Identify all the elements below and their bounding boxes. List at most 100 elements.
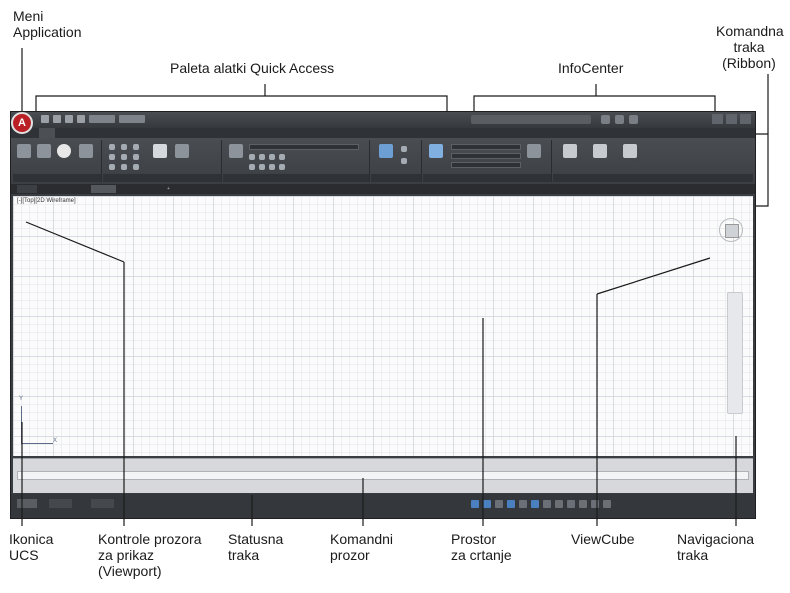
- exchange-icon[interactable]: [615, 115, 624, 124]
- command-input[interactable]: [17, 471, 749, 480]
- file-tab-drawing[interactable]: [91, 185, 116, 193]
- layer-tool-icon[interactable]: [279, 154, 285, 160]
- arc-icon[interactable]: [79, 144, 93, 158]
- layer-tool-icon[interactable]: [249, 154, 255, 160]
- annotation-icon[interactable]: [567, 500, 575, 508]
- callout-text: Komandna: [716, 23, 784, 39]
- workspace-icon[interactable]: [579, 500, 587, 508]
- insert-block-icon[interactable]: [379, 144, 393, 158]
- tab-model[interactable]: [17, 499, 37, 508]
- maximize-icon[interactable]: [726, 114, 737, 124]
- viewcube-face[interactable]: [725, 224, 739, 238]
- callout-text: (Ribbon): [722, 55, 776, 71]
- otrack-icon[interactable]: [531, 500, 539, 508]
- block-tool-icon[interactable]: [401, 158, 407, 164]
- grid-icon[interactable]: [471, 500, 479, 508]
- viewcube-icon[interactable]: [719, 204, 743, 264]
- fullscreen-icon[interactable]: [603, 500, 611, 508]
- mirror-icon[interactable]: [121, 154, 127, 160]
- layer-tool-icon[interactable]: [279, 164, 285, 170]
- color-dropdown[interactable]: [451, 144, 521, 150]
- match-properties-icon[interactable]: [429, 144, 443, 158]
- utilities-icon[interactable]: [563, 144, 577, 158]
- layer-tool-icon[interactable]: [259, 164, 265, 170]
- callout-drawing-area: Prostor za crtanje: [451, 531, 512, 563]
- trim-icon[interactable]: [133, 144, 139, 150]
- undo-icon[interactable]: [89, 115, 115, 123]
- user-icon[interactable]: [601, 115, 610, 124]
- group-icon[interactable]: [527, 144, 541, 158]
- ucs-icon: Y X: [19, 396, 59, 446]
- ribbon-tab[interactable]: [67, 128, 73, 138]
- application-menu-icon[interactable]: A: [11, 112, 33, 134]
- new-icon[interactable]: [41, 115, 49, 123]
- save-icon[interactable]: [65, 115, 73, 123]
- layer-tool-icon[interactable]: [269, 164, 275, 170]
- layer-icon[interactable]: [229, 144, 243, 158]
- copy-icon[interactable]: [109, 154, 115, 160]
- transparency-icon[interactable]: [555, 500, 563, 508]
- lineweight-dropdown[interactable]: [451, 153, 521, 159]
- fillet-icon[interactable]: [133, 154, 139, 160]
- close-icon[interactable]: [740, 114, 751, 124]
- window-controls: [712, 114, 751, 124]
- view-icon[interactable]: [623, 144, 637, 158]
- title-bar: [11, 112, 755, 128]
- ribbon-tab[interactable]: [104, 128, 113, 138]
- status-toggles: [471, 500, 611, 508]
- layer-tool-icon[interactable]: [249, 164, 255, 170]
- polyline-icon[interactable]: [37, 144, 51, 158]
- callout-status-bar: Statusna traka: [228, 531, 283, 563]
- block-tool-icon[interactable]: [401, 146, 407, 152]
- lineweight-icon[interactable]: [543, 500, 551, 508]
- viewport-controls[interactable]: [-][Top][2D Wireframe]: [17, 198, 76, 204]
- callout-text: (Viewport): [98, 563, 162, 579]
- bracket-quick-access: [35, 95, 448, 111]
- ribbon-tab[interactable]: [142, 128, 150, 138]
- ribbon-tab[interactable]: [85, 128, 93, 138]
- help-icon[interactable]: [629, 115, 638, 124]
- file-tab-start[interactable]: [17, 185, 38, 193]
- text-icon[interactable]: [153, 144, 167, 158]
- panel-label: [223, 174, 369, 182]
- line-icon[interactable]: [17, 144, 31, 158]
- minimize-icon[interactable]: [712, 114, 723, 124]
- dimension-icon[interactable]: [175, 144, 189, 158]
- move-icon[interactable]: [109, 144, 115, 150]
- file-tabs: +: [11, 184, 755, 194]
- ribbon-tab[interactable]: [162, 128, 168, 138]
- callout-text: za prikaz: [98, 547, 155, 563]
- circle-icon[interactable]: [57, 144, 71, 158]
- infocenter-search[interactable]: [471, 115, 591, 124]
- rotate-icon[interactable]: [121, 144, 127, 150]
- open-icon[interactable]: [53, 115, 61, 123]
- redo-icon[interactable]: [119, 115, 145, 123]
- ortho-icon[interactable]: [495, 500, 503, 508]
- ribbon-tab[interactable]: [126, 128, 131, 138]
- callout-text: traka: [677, 547, 709, 563]
- ribbon-tab-home[interactable]: [39, 128, 55, 138]
- linetype-dropdown[interactable]: [451, 162, 521, 168]
- navigation-bar[interactable]: [727, 292, 743, 414]
- callout-text: traka: [733, 39, 765, 55]
- stretch-icon[interactable]: [109, 164, 115, 170]
- tab-layout1[interactable]: [49, 499, 72, 508]
- print-icon[interactable]: [77, 115, 85, 123]
- bracket-infocenter: [473, 95, 716, 111]
- settings-icon[interactable]: [591, 500, 599, 508]
- layer-dropdown[interactable]: [249, 144, 359, 150]
- drawing-area[interactable]: [-][Top][2D Wireframe] Y X: [13, 196, 753, 456]
- callout-text: Kontrole prozora: [98, 531, 202, 547]
- tab-layout2[interactable]: [91, 499, 114, 508]
- array-icon[interactable]: [133, 164, 139, 170]
- clipboard-icon[interactable]: [593, 144, 607, 158]
- ribbon-panel-layers: [223, 140, 370, 182]
- polar-icon[interactable]: [507, 500, 515, 508]
- osnap-icon[interactable]: [519, 500, 527, 508]
- snap-icon[interactable]: [483, 500, 491, 508]
- new-tab-icon[interactable]: +: [161, 185, 176, 193]
- scale-icon[interactable]: [121, 164, 127, 170]
- layer-tool-icon[interactable]: [259, 154, 265, 160]
- layer-tool-icon[interactable]: [269, 154, 275, 160]
- ribbon-tab[interactable]: [180, 128, 189, 138]
